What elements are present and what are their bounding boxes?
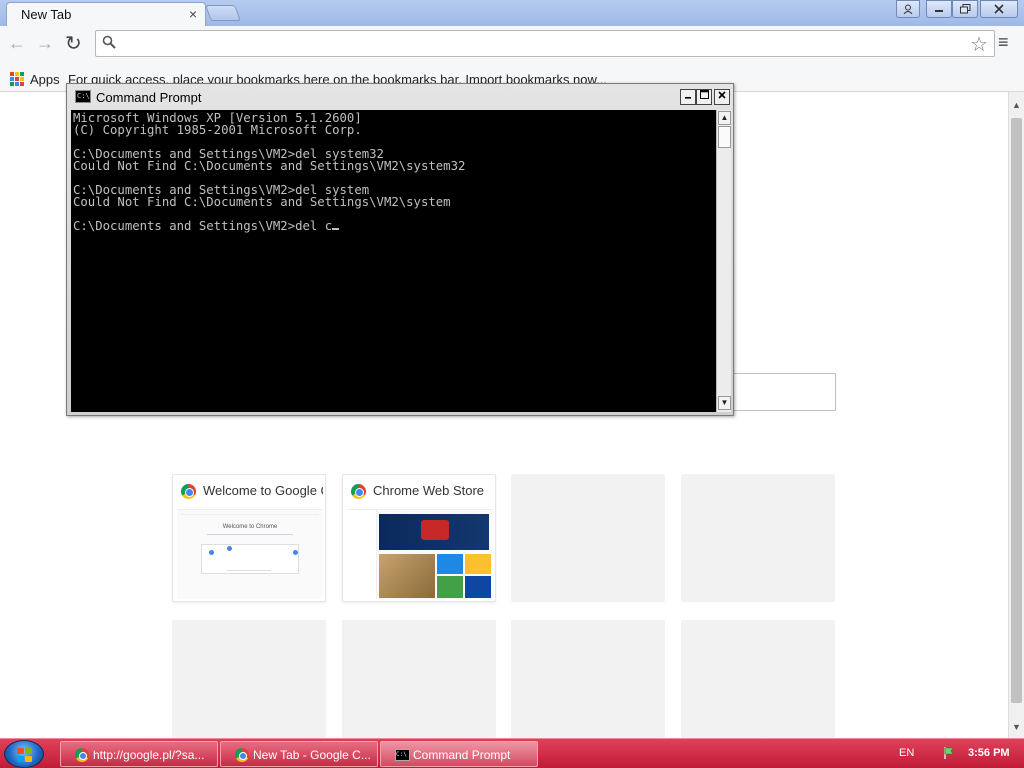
- minimize-button[interactable]: [926, 0, 952, 18]
- address-bar-input[interactable]: [122, 34, 962, 54]
- cmd-title-bar[interactable]: C:\ Command Prompt: [69, 86, 731, 108]
- tile-thumbnail: [347, 509, 493, 599]
- reload-icon[interactable]: ↻: [65, 31, 82, 56]
- console-input-line[interactable]: C:\Documents and Settings\VM2>del c: [73, 220, 714, 232]
- taskbar: http://google.pl/?sa... New Tab - Google…: [0, 738, 1024, 768]
- chrome-web-store-icon: [351, 484, 366, 499]
- tab-title: New Tab: [21, 7, 72, 22]
- scroll-up-icon[interactable]: ▲: [1012, 100, 1021, 110]
- hamburger-menu-icon[interactable]: ≡: [998, 32, 1009, 53]
- taskbar-item-label: http://google.pl/?sa...: [93, 748, 205, 762]
- action-center-flag-icon[interactable]: [942, 746, 956, 760]
- most-visited-tile[interactable]: Welcome to Google Chrome Welcome to Chro…: [172, 474, 326, 602]
- omnibox[interactable]: ☆: [95, 30, 995, 57]
- restore-icon: [959, 4, 970, 14]
- new-tab-button[interactable]: [205, 5, 241, 21]
- taskbar-item-google[interactable]: http://google.pl/?sa...: [60, 741, 218, 767]
- taskbar-item-command-prompt[interactable]: C:\ Command Prompt: [380, 741, 538, 767]
- scroll-down-icon[interactable]: ▼: [1012, 722, 1021, 732]
- back-arrow-icon[interactable]: ←: [8, 33, 26, 54]
- star-icon[interactable]: ☆: [970, 32, 988, 57]
- tab-close-icon[interactable]: ×: [189, 6, 197, 22]
- tile-title: Welcome to Google Chrome: [203, 483, 323, 498]
- window-title: Command Prompt: [96, 90, 202, 105]
- forward-arrow-icon[interactable]: →: [36, 33, 54, 54]
- language-indicator[interactable]: EN: [899, 747, 914, 759]
- taskbar-item-new-tab[interactable]: New Tab - Google C...: [220, 741, 378, 767]
- windows-logo-icon: [17, 748, 33, 762]
- cmd-minimize-button[interactable]: [680, 89, 696, 105]
- tile-thumbnail: Welcome to Chrome: [177, 509, 323, 599]
- empty-tile: [172, 620, 326, 738]
- minimize-icon: [935, 10, 943, 12]
- clock[interactable]: 3:56 PM: [968, 747, 1010, 759]
- close-window-button[interactable]: [980, 0, 1018, 18]
- empty-tile: [511, 620, 665, 738]
- close-icon: [718, 91, 726, 99]
- empty-tile: [511, 474, 665, 602]
- cmd-close-button[interactable]: [714, 89, 730, 105]
- scroll-thumb[interactable]: [1011, 118, 1022, 703]
- chrome-icon: [75, 748, 89, 762]
- console-line: Could Not Find C:\Documents and Settings…: [73, 195, 451, 209]
- page-scrollbar[interactable]: ▲ ▼: [1008, 92, 1024, 738]
- browser-toolbar: ← → ↻ ☆ ≡: [0, 26, 1024, 62]
- scroll-down-icon[interactable]: ▼: [718, 396, 731, 410]
- apps-grid-icon[interactable]: [10, 72, 24, 86]
- most-visited-tile[interactable]: Chrome Web Store: [342, 474, 496, 602]
- thumbnail-heading: Welcome to Chrome: [222, 524, 278, 530]
- tab-strip: New Tab ×: [0, 0, 1024, 26]
- console-line: Could Not Find C:\Documents and Settings…: [73, 159, 466, 173]
- chrome-icon: [235, 748, 249, 762]
- console-line: (C) Copyright 1985-2001 Microsoft Corp.: [73, 123, 362, 137]
- empty-tile: [681, 620, 835, 738]
- empty-tile: [681, 474, 835, 602]
- taskbar-item-label: New Tab - Google C...: [253, 748, 371, 762]
- scroll-up-icon[interactable]: ▲: [718, 111, 731, 125]
- minimize-icon: [685, 97, 691, 99]
- tile-title: Chrome Web Store: [373, 483, 485, 498]
- start-button[interactable]: [4, 740, 44, 768]
- restore-button[interactable]: [952, 0, 978, 18]
- cmd-icon: C:\: [395, 749, 410, 761]
- cmd-scrollbar[interactable]: ▲ ▼: [716, 110, 731, 412]
- user-icon: [903, 4, 913, 14]
- apps-link[interactable]: Apps: [30, 72, 60, 87]
- chrome-icon: [181, 484, 196, 499]
- command-prompt-window[interactable]: C:\ Command Prompt Microsoft Windows XP …: [66, 83, 734, 416]
- text-cursor: [332, 228, 340, 230]
- taskbar-item-label: Command Prompt: [413, 748, 511, 762]
- cmd-icon: C:\: [75, 90, 91, 103]
- tab-new-tab[interactable]: New Tab ×: [6, 2, 206, 26]
- profile-button[interactable]: [896, 0, 920, 18]
- search-icon: [102, 35, 116, 49]
- google-search-box[interactable]: [730, 373, 836, 411]
- close-icon: [994, 4, 1004, 14]
- console-prompt: C:\Documents and Settings\VM2>del c: [73, 219, 333, 233]
- empty-tile: [342, 620, 496, 738]
- cmd-scroll-thumb[interactable]: [718, 126, 731, 148]
- console-output[interactable]: Microsoft Windows XP [Version 5.1.2600] …: [71, 110, 716, 412]
- maximize-icon: [699, 90, 709, 99]
- cmd-maximize-button[interactable]: [696, 89, 712, 105]
